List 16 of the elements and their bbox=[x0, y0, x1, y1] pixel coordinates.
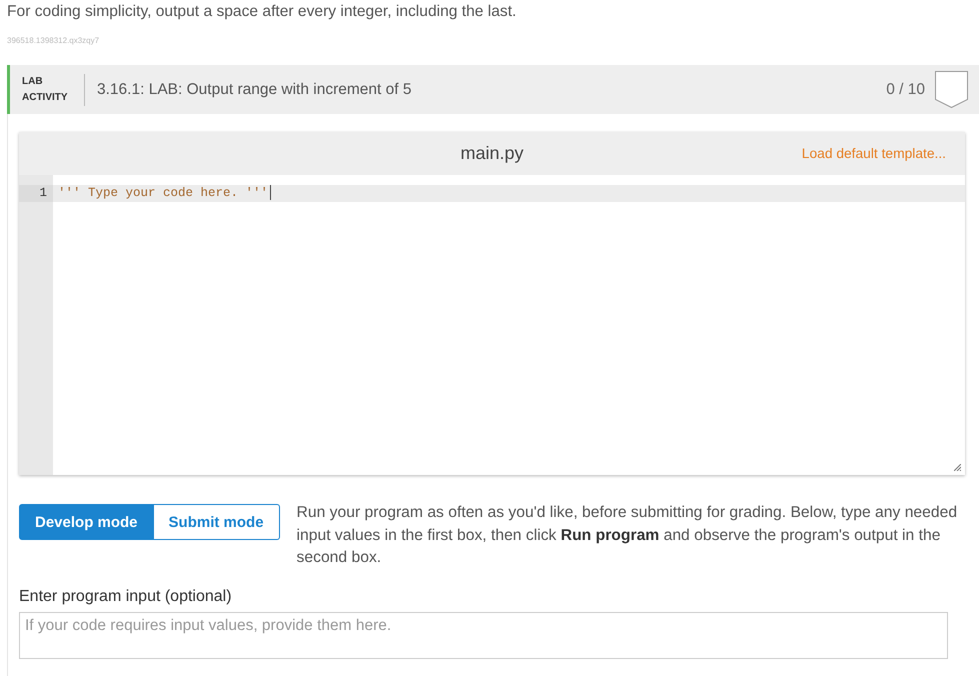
mode-button[interactable]: Submit mode bbox=[154, 504, 280, 540]
program-input-field[interactable]: If your code requires input values, provide them here. bbox=[19, 612, 948, 658]
instructions-text: For coding simplicity, output a space after every integer, including the last. bbox=[7, 3, 516, 21]
file-name: main.py bbox=[460, 143, 524, 164]
input-label: Enter program input (optional) bbox=[19, 588, 232, 606]
line-number: 1 bbox=[19, 185, 53, 202]
mode-button[interactable]: Develop mode bbox=[19, 504, 154, 540]
load-template-link[interactable]: Load default template... bbox=[802, 146, 946, 161]
help-text: Run your program as often as you'd like, before submitting for grading. Below, type any needed input values in the first box, then click Run program and observe the program's output in the second box. bbox=[296, 503, 958, 568]
text-cursor bbox=[270, 185, 272, 200]
activity-type-label: LAB ACTIVITY bbox=[22, 74, 69, 104]
code-editor-field[interactable]: 1 ''' Type your code here. ''' bbox=[19, 175, 965, 475]
activity-title: 3.16.1: LAB: Output range with increment of 5 bbox=[97, 80, 412, 98]
score-text: 0 / 10 bbox=[886, 80, 925, 98]
resize-handle-icon[interactable] bbox=[954, 464, 961, 471]
content-id-text: 396518.1398312.qx3zqy7 bbox=[7, 36, 100, 46]
